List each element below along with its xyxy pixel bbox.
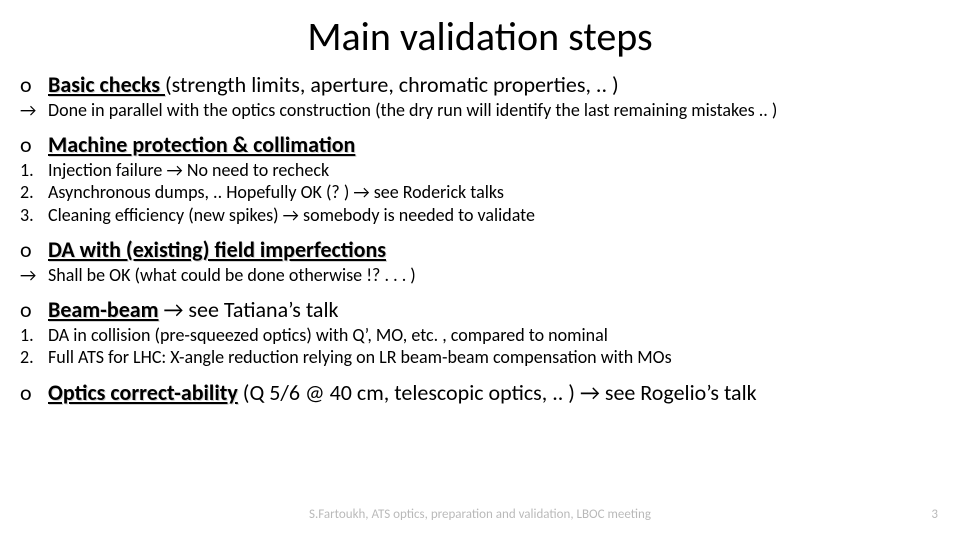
mp-item-2-text: Asynchronous dumps, .. Hopefully OK (? )…	[48, 181, 940, 204]
heading-basic-checks-rest: (strength limits, aperture, chromatic pr…	[165, 71, 619, 98]
slide-title: Main validation steps	[20, 12, 940, 61]
bb-item-1-text: DA in collision (pre-squeezed optics) wi…	[48, 324, 940, 347]
bullet-marker: o	[20, 71, 48, 99]
mp-item-1-text: Injection failure → No need to recheck	[48, 159, 940, 182]
bullet-beam-beam: o Beam-beam → see Tatiana’s talk	[20, 296, 940, 324]
heading-beam-beam-rest: → see Tatiana’s talk	[159, 296, 339, 323]
sub-basic-checks: → Done in parallel with the optics const…	[20, 99, 940, 122]
bullet-da-imperfections: o DA with (existing) field imperfections	[20, 236, 940, 264]
bullet-basic-checks: o Basic checks (strength limits, apertur…	[20, 71, 940, 99]
footer-overlay: S.Fartoukh, ATS optics, preparation and …	[0, 507, 960, 522]
heading-optics-correctability-rest: (Q 5/6 @ 40 cm, telescopic optics, .. ) …	[238, 379, 757, 406]
bullet-marker: o	[20, 296, 48, 324]
bb-item-2-text: Full ATS for LHC: X-angle reduction rely…	[48, 346, 940, 369]
bb-item-1: 1. DA in collision (pre-squeezed optics)…	[20, 324, 940, 347]
bullet-machine-protection: o Machine protection & collimation	[20, 131, 940, 159]
number-marker: 1.	[20, 159, 48, 182]
bb-item-2: 2. Full ATS for LHC: X-angle reduction r…	[20, 346, 940, 369]
page-number: 3	[931, 507, 938, 522]
number-marker: 3.	[20, 204, 48, 227]
heading-da-imperfections: DA with (existing) field imperfections	[48, 236, 386, 263]
slide: Main validation steps o Basic checks (st…	[0, 0, 960, 540]
bullet-marker: o	[20, 236, 48, 264]
sub-da-imperfections: → Shall be OK (what could be done otherw…	[20, 264, 940, 287]
number-marker: 1.	[20, 324, 48, 347]
bullet-marker: o	[20, 379, 48, 407]
heading-optics-correctability: Optics correct-ability	[48, 379, 238, 406]
mp-item-2: 2. Asynchronous dumps, .. Hopefully OK (…	[20, 181, 940, 204]
bullet-optics-correctability: o Optics correct-ability (Q 5/6 @ 40 cm,…	[20, 379, 940, 407]
sub-basic-checks-text: Done in parallel with the optics constru…	[48, 99, 940, 122]
arrow-marker: →	[20, 264, 48, 287]
heading-machine-protection: Machine protection & collimation	[48, 131, 355, 158]
mp-item-3: 3. Cleaning efficiency (new spikes) → so…	[20, 204, 940, 227]
bullet-marker: o	[20, 131, 48, 159]
heading-basic-checks: Basic checks	[48, 71, 165, 98]
heading-beam-beam: Beam-beam	[48, 296, 159, 323]
arrow-marker: →	[20, 99, 48, 122]
number-marker: 2.	[20, 346, 48, 369]
mp-item-3-text: Cleaning efficiency (new spikes) → someb…	[48, 204, 940, 227]
mp-item-1: 1. Injection failure → No need to rechec…	[20, 159, 940, 182]
sub-da-imperfections-text: Shall be OK (what could be done otherwis…	[48, 264, 940, 287]
number-marker: 2.	[20, 181, 48, 204]
